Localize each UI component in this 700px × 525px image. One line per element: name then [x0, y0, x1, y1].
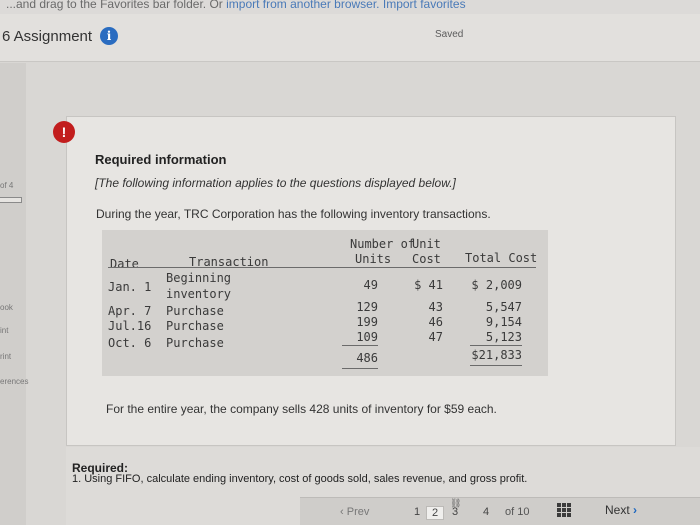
- row-total: 5,547: [485, 300, 522, 314]
- alert-icon: !: [53, 121, 75, 143]
- page-1-button[interactable]: 1: [408, 506, 426, 518]
- row-date: Jul.16: [108, 319, 152, 333]
- page-of-text: of 10: [505, 506, 530, 518]
- grid-icon[interactable]: [557, 503, 571, 517]
- row-total: 9,154: [485, 315, 522, 329]
- info-icon[interactable]: i: [100, 27, 118, 45]
- page-4-button[interactable]: 4: [477, 506, 495, 518]
- total-header: Total Cost: [465, 251, 538, 265]
- cost-double-rule: [470, 365, 522, 366]
- row-transaction: Beginning: [166, 271, 232, 285]
- row-unit-cost: 47: [428, 330, 443, 344]
- question-progress-bar: [0, 197, 22, 203]
- inventory-table: Number of Units Unit Cost Date Transacti…: [102, 230, 548, 376]
- pagination-bar: ‹ Prev 1 2 3 ⛓ 4 of 10 Next ›: [300, 497, 700, 525]
- import-favorites-link[interactable]: Import favorites: [383, 0, 466, 11]
- row-units: 129: [356, 300, 378, 314]
- import-browser-link[interactable]: import from another browser.: [226, 0, 379, 11]
- chevron-right-icon: ›: [633, 503, 638, 517]
- next-label: Next: [605, 503, 630, 517]
- prev-button[interactable]: ‹ Prev: [340, 506, 369, 518]
- banner-text: ...and drag to the Favorites bar folder.…: [6, 0, 223, 11]
- required-question: 1. Using FIFO, calculate ending inventor…: [72, 473, 528, 485]
- rail-print-link[interactable]: rint: [0, 352, 11, 361]
- total-cost: $21,833: [471, 348, 522, 362]
- row-transaction: Purchase: [166, 336, 224, 350]
- browser-import-banner: ...and drag to the Favorites bar folder.…: [0, 0, 700, 14]
- row-units: 199: [356, 315, 378, 329]
- units-header-2: Units: [355, 252, 392, 266]
- row-units: 49: [363, 278, 378, 292]
- sales-note: For the entire year, the company sells 4…: [106, 402, 497, 416]
- row-date: Apr. 7: [108, 304, 152, 318]
- row-total: 5,123: [485, 330, 522, 344]
- rail-ebook-link[interactable]: ook: [0, 303, 13, 312]
- row-date: Oct. 6: [108, 336, 152, 350]
- row-unit-cost: 43: [428, 300, 443, 314]
- page-2-button[interactable]: 2: [426, 506, 444, 520]
- left-rail: of 4 ook int rint erences: [0, 63, 28, 525]
- row-transaction: Purchase: [166, 319, 224, 333]
- prev-label: Prev: [346, 506, 370, 518]
- link-icon: ⛓: [450, 498, 462, 508]
- assignment-title: 6 Assignment: [2, 28, 93, 45]
- row-transaction-2: inventory: [166, 287, 232, 301]
- units-header-1: Number of: [350, 237, 416, 251]
- question-counter: of 4: [0, 181, 14, 190]
- cost-header-2: Cost: [412, 252, 441, 266]
- total-units: 486: [356, 351, 378, 365]
- required-info-heading: Required information: [95, 152, 227, 167]
- cost-total-rule: [470, 345, 522, 346]
- row-units: 109: [356, 330, 378, 344]
- date-header: Date: [110, 257, 139, 271]
- row-total: $ 2,009: [471, 278, 522, 292]
- assignment-header: 6 Assignment i Saved: [0, 14, 700, 62]
- row-unit-cost: $ 41: [414, 278, 443, 292]
- header-rule: [108, 267, 536, 268]
- row-transaction: Purchase: [166, 304, 224, 318]
- units-double-rule: [342, 368, 378, 369]
- next-button[interactable]: Next ›: [605, 503, 637, 517]
- row-unit-cost: 46: [428, 315, 443, 329]
- row-date: Jan. 1: [108, 280, 152, 294]
- rail-references-link[interactable]: erences: [0, 377, 28, 386]
- required-info-note: [The following information applies to th…: [95, 176, 456, 190]
- saved-status: Saved: [435, 29, 464, 40]
- units-total-rule: [342, 345, 378, 346]
- inventory-intro: During the year, TRC Corporation has the…: [96, 207, 491, 221]
- rail-hint-link[interactable]: int: [0, 326, 8, 335]
- cost-header-1: Unit: [412, 237, 441, 251]
